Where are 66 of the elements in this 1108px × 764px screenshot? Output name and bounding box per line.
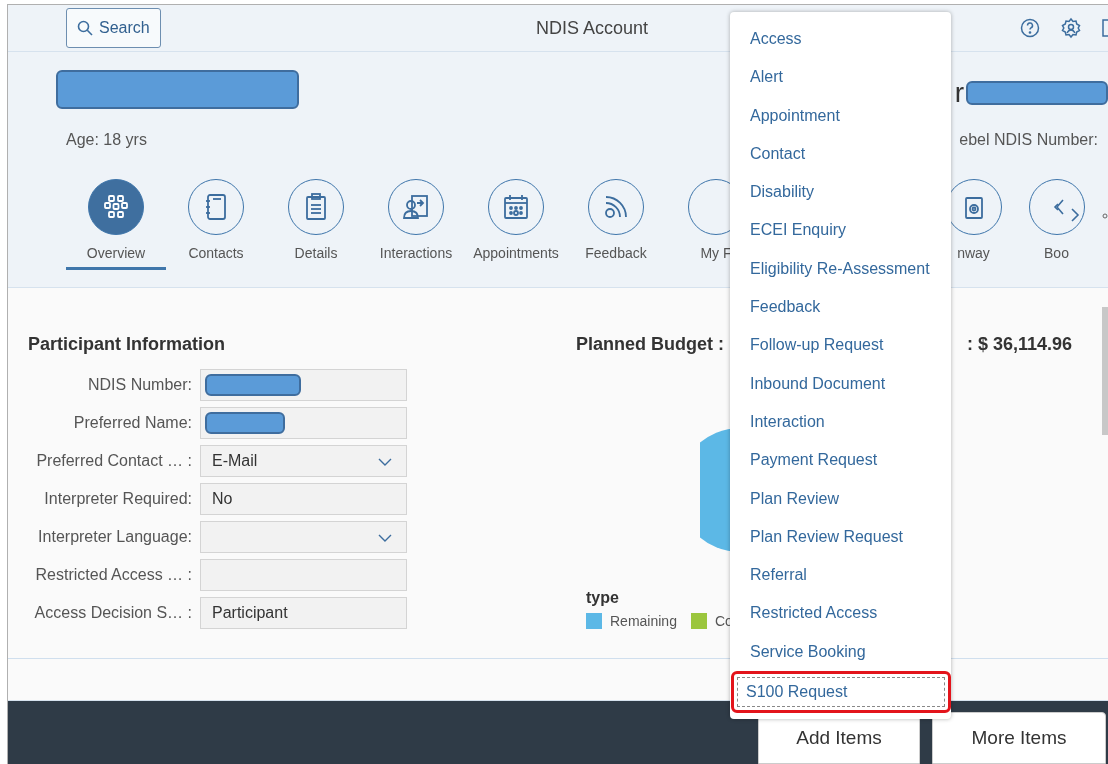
input-field[interactable]: No	[200, 483, 407, 515]
menu-item[interactable]: Inbound Document	[734, 364, 947, 403]
legend-label: Remaining	[610, 613, 677, 629]
menu-item[interactable]: Access	[734, 20, 947, 59]
chevron-right-icon[interactable]	[1070, 207, 1080, 223]
input-field[interactable]	[200, 407, 407, 439]
field-label: Interpreter Required:	[43, 490, 192, 508]
calendar-icon	[503, 194, 529, 220]
person-arrow-icon	[402, 194, 430, 220]
search-icon	[77, 20, 93, 36]
input-field[interactable]	[200, 559, 407, 591]
chart-title: Planned Budget :	[576, 334, 724, 355]
menu-item[interactable]: Referral	[734, 556, 947, 595]
help-icon[interactable]	[1020, 18, 1040, 38]
age-text: Age: 18 yrs	[66, 131, 147, 149]
menu-item[interactable]: S100 Request	[731, 671, 951, 714]
menu-item[interactable]: Contact	[734, 134, 947, 174]
menu-item[interactable]: Appointment	[734, 96, 947, 135]
nav-tab[interactable]: Feedback	[566, 179, 666, 270]
search-button[interactable]: Search	[66, 8, 161, 48]
nav-tab[interactable]: Details	[266, 179, 366, 270]
chevron-down-icon	[378, 458, 392, 466]
input-field[interactable]	[200, 369, 407, 401]
menu-item[interactable]: Feedback	[734, 288, 947, 327]
participant-name: r	[954, 76, 964, 109]
field-label: Preferred Name:	[72, 414, 192, 432]
network-icon	[103, 194, 129, 220]
camera-icon	[963, 194, 984, 220]
nav-tab[interactable]: Appointments	[466, 179, 566, 270]
field-label: Interpreter Language:	[37, 528, 192, 546]
page-title: NDIS Account	[534, 17, 649, 39]
dropdown-field[interactable]	[200, 521, 407, 553]
menu-item[interactable]: Eligibility Re-Assessment	[734, 249, 947, 289]
feed-icon	[603, 194, 629, 220]
nav-tab[interactable]: Contacts	[166, 179, 266, 270]
menu-item[interactable]: Restricted Access	[734, 594, 947, 633]
overflow-icon[interactable]	[1102, 213, 1108, 219]
field-label: Preferred Contact … :	[35, 452, 192, 470]
nav-tab[interactable]: Boo	[1019, 179, 1094, 270]
section-title: Participant Information	[28, 334, 226, 355]
menu-item[interactable]: Follow-up Request	[734, 326, 947, 365]
menu-item[interactable]: Alert	[734, 58, 947, 97]
field-label: NDIS Number:	[86, 376, 192, 394]
field-label: Access Decision S… :	[33, 604, 192, 622]
menu-item[interactable]: Plan Review	[734, 479, 947, 518]
menu-item[interactable]: ECEI Enquiry	[734, 211, 947, 250]
notebook-icon	[203, 193, 229, 221]
input-field[interactable]: Participant	[200, 597, 407, 629]
field-label: Restricted Access … :	[34, 566, 192, 584]
dropdown-field[interactable]: E-Mail	[200, 445, 407, 477]
nav-tab[interactable]: Interactions	[366, 179, 466, 270]
menu-item[interactable]: Service Booking	[734, 632, 947, 672]
menu-item[interactable]: Payment Request	[734, 441, 947, 480]
menu-item[interactable]: Interaction	[734, 402, 947, 442]
panel-icon[interactable]	[1102, 19, 1108, 37]
settings-icon[interactable]	[1060, 17, 1082, 39]
ndis-number-label: ebel NDIS Number:	[959, 131, 1098, 149]
nav-tab[interactable]: Overview	[66, 179, 166, 270]
chevron-down-icon	[378, 534, 392, 542]
menu-item[interactable]: Plan Review Request	[734, 517, 947, 557]
menu-item[interactable]: Disability	[734, 173, 947, 212]
budget-total: : $ 36,114.96	[966, 334, 1072, 356]
more-items-button[interactable]: More Items	[932, 712, 1106, 764]
clipboard-icon	[305, 193, 327, 221]
scrollbar[interactable]	[1102, 307, 1108, 435]
legend-title: type	[586, 589, 619, 607]
